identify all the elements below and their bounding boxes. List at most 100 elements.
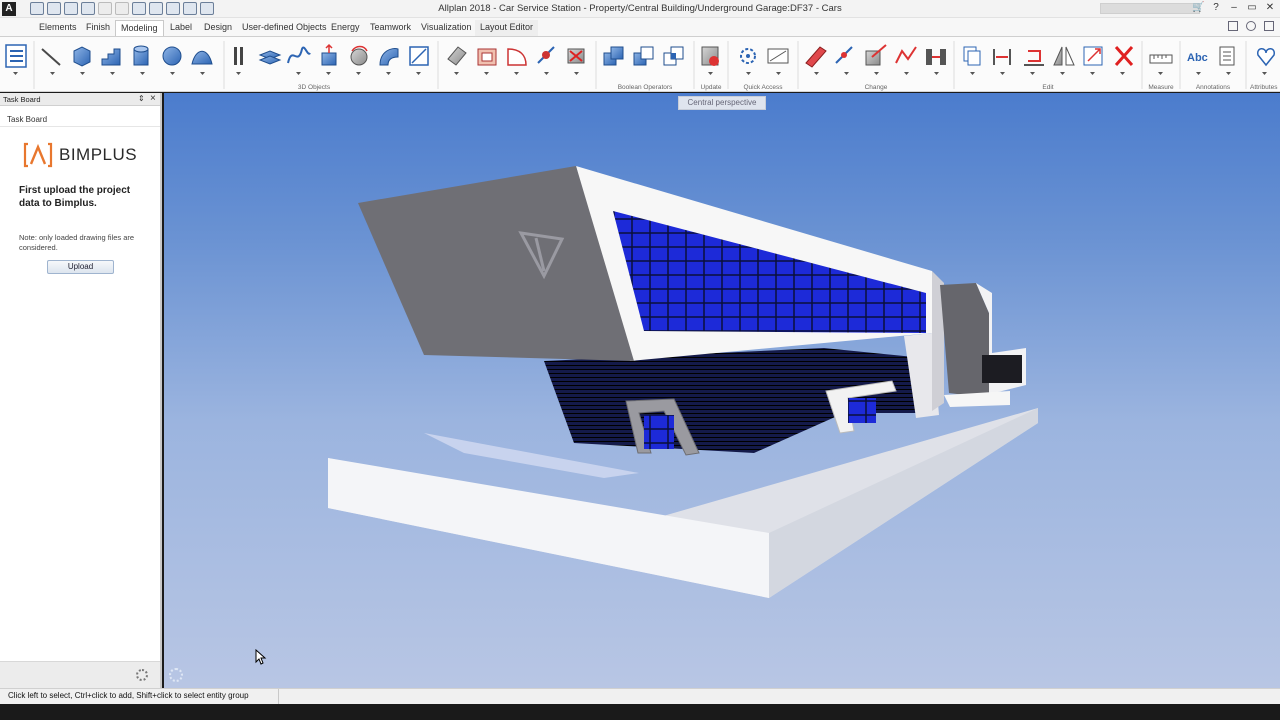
tab-visualization[interactable]: Visualization	[416, 20, 476, 36]
label-icon[interactable]	[1219, 46, 1235, 66]
group-edit: Edit	[1042, 84, 1054, 91]
bimplus-logo-text: BIMPLUS	[59, 145, 138, 164]
delete-icon[interactable]	[1114, 46, 1134, 66]
sphere-tool-icon[interactable]	[162, 46, 182, 66]
help-icon[interactable]: ?	[1210, 1, 1222, 15]
offset-icon[interactable]	[993, 49, 1011, 65]
tab-layout-editor[interactable]: Layout Editor	[475, 20, 539, 36]
mouse-cursor-icon	[255, 649, 267, 665]
extrude-tool-icon[interactable]	[321, 43, 337, 66]
view-label: Central perspective	[678, 96, 766, 110]
close-panel-icon[interactable]: ×	[150, 93, 156, 104]
task-board-subtitle: Task Board	[7, 115, 48, 124]
shell-tool-icon[interactable]	[477, 48, 497, 66]
entrance-glass	[644, 415, 674, 449]
window-title: Allplan 2018 - Car Service Station - Pro…	[438, 3, 842, 14]
tab-teamwork[interactable]: Teamwork	[365, 20, 416, 36]
subtract-tool-icon[interactable]	[633, 46, 654, 66]
building-model	[328, 166, 1038, 598]
ribbon-dropdown-arrows	[13, 72, 1267, 75]
title-bar: A Allplan 2018 - Car Service Station - P…	[0, 0, 1280, 18]
group-change: Change	[864, 84, 888, 91]
tab-modeling[interactable]: Modeling	[115, 20, 164, 36]
quick-select-icon[interactable]	[740, 48, 756, 64]
mirror-icon[interactable]	[1053, 46, 1075, 66]
split-tool-icon[interactable]	[926, 49, 946, 65]
text-annotation-icon[interactable]: Abc	[1187, 52, 1208, 64]
upload-button[interactable]: Upload	[47, 260, 114, 274]
measure-icon[interactable]	[1149, 54, 1173, 64]
annex-window	[982, 355, 1022, 383]
freeform-tool-icon[interactable]	[191, 50, 213, 65]
tab-design[interactable]: Design	[199, 20, 237, 36]
box-tool-icon[interactable]	[73, 46, 91, 67]
union-tool-icon[interactable]	[603, 46, 624, 66]
minimize-button[interactable]: –	[1228, 1, 1240, 15]
window-controls: 🛒 ? – ▭ ✕	[1192, 1, 1276, 15]
taskbar-area	[0, 704, 1280, 720]
title-search-input[interactable]	[1100, 3, 1200, 14]
task-board-title: Task Board	[3, 95, 41, 104]
collapse-ribbon-icon[interactable]	[1264, 21, 1274, 31]
task-board-header: Task Board ⇕ ×	[0, 93, 160, 106]
fillet-tool-icon[interactable]	[507, 48, 527, 66]
update-icon[interactable]	[701, 46, 719, 66]
close-button[interactable]: ✕	[1264, 1, 1276, 15]
ground-slab-front	[328, 458, 769, 598]
side-glass	[848, 398, 876, 423]
bimplus-logo-icon	[23, 142, 53, 168]
revolve-tool-icon[interactable]	[350, 45, 368, 66]
sweep-tool-icon[interactable]	[379, 48, 399, 66]
quick-modify-icon[interactable]	[767, 48, 789, 64]
shop-cart-icon[interactable]: 🛒	[1192, 1, 1204, 15]
curve-tool-icon[interactable]	[287, 46, 311, 64]
group-attributes: Attributes	[1250, 84, 1278, 91]
settings-icon[interactable]	[1246, 21, 1256, 31]
task-board-panel: Task Board ⇕ × Task Board BIMPLUS First …	[0, 93, 162, 688]
pin-icon[interactable]: ⇕	[138, 94, 145, 103]
intersection-tool-icon[interactable]	[663, 46, 684, 66]
status-text: Click left to select, Ctrl+click to add,…	[8, 691, 249, 700]
layers-tool-icon[interactable]	[258, 50, 282, 65]
group-annotations: Annotations	[1195, 84, 1231, 91]
task-board-footer	[0, 661, 160, 688]
stretch-tool-icon[interactable]	[895, 46, 917, 64]
modify-properties-icon[interactable]	[805, 46, 827, 68]
group-boolean-operators: Boolean Operators	[617, 84, 673, 91]
tab-label[interactable]: Label	[165, 20, 197, 36]
gear-icon[interactable]	[136, 669, 148, 681]
group-measure: Measure	[1148, 84, 1174, 91]
group-update: Update	[700, 84, 722, 91]
status-divider	[278, 689, 279, 705]
intersect-tool-icon[interactable]	[537, 46, 555, 64]
loft-tool-icon[interactable]	[409, 46, 429, 66]
restore-button[interactable]: ▭	[1246, 1, 1258, 15]
line-tool-icon[interactable]	[41, 48, 61, 66]
navigation-gear-icon[interactable]	[169, 668, 183, 682]
delete-solid-icon[interactable]	[567, 48, 585, 64]
tab-finish[interactable]: Finish	[81, 20, 115, 36]
attributes-icon[interactable]	[1257, 48, 1275, 67]
column-tool-icon[interactable]	[234, 47, 243, 65]
tab-elements[interactable]: Elements	[34, 20, 82, 36]
stairs-tool-icon[interactable]	[101, 48, 121, 66]
task-list-icon[interactable]	[5, 44, 27, 68]
tab-energy[interactable]: Energy	[326, 20, 365, 36]
ribbon-options	[1228, 21, 1274, 31]
cylinder-tool-icon[interactable]	[133, 45, 149, 66]
divider	[0, 126, 160, 127]
copy-transform-icon[interactable]	[865, 44, 887, 66]
group-quick-access: Quick Access	[743, 84, 783, 91]
copy-icon[interactable]	[963, 46, 981, 66]
ribbon-panel: Abc 3D Objects Boolean Operators Update …	[0, 36, 1280, 92]
ribbon-tabs: Elements Finish Modeling Label Design Us…	[0, 18, 1280, 36]
resize-icon[interactable]	[1083, 46, 1103, 66]
edit-solid-icon[interactable]	[447, 46, 467, 66]
align-icon[interactable]	[1024, 50, 1044, 66]
3d-viewport[interactable]: Central perspective	[164, 93, 1280, 688]
tab-user-defined-objects[interactable]: User-defined Objects	[237, 20, 332, 36]
annotation-text-icon-label: Abc	[1187, 52, 1208, 64]
move-tool-icon[interactable]	[835, 46, 853, 64]
dock-icon[interactable]	[1228, 21, 1238, 31]
annex-block	[940, 283, 989, 398]
